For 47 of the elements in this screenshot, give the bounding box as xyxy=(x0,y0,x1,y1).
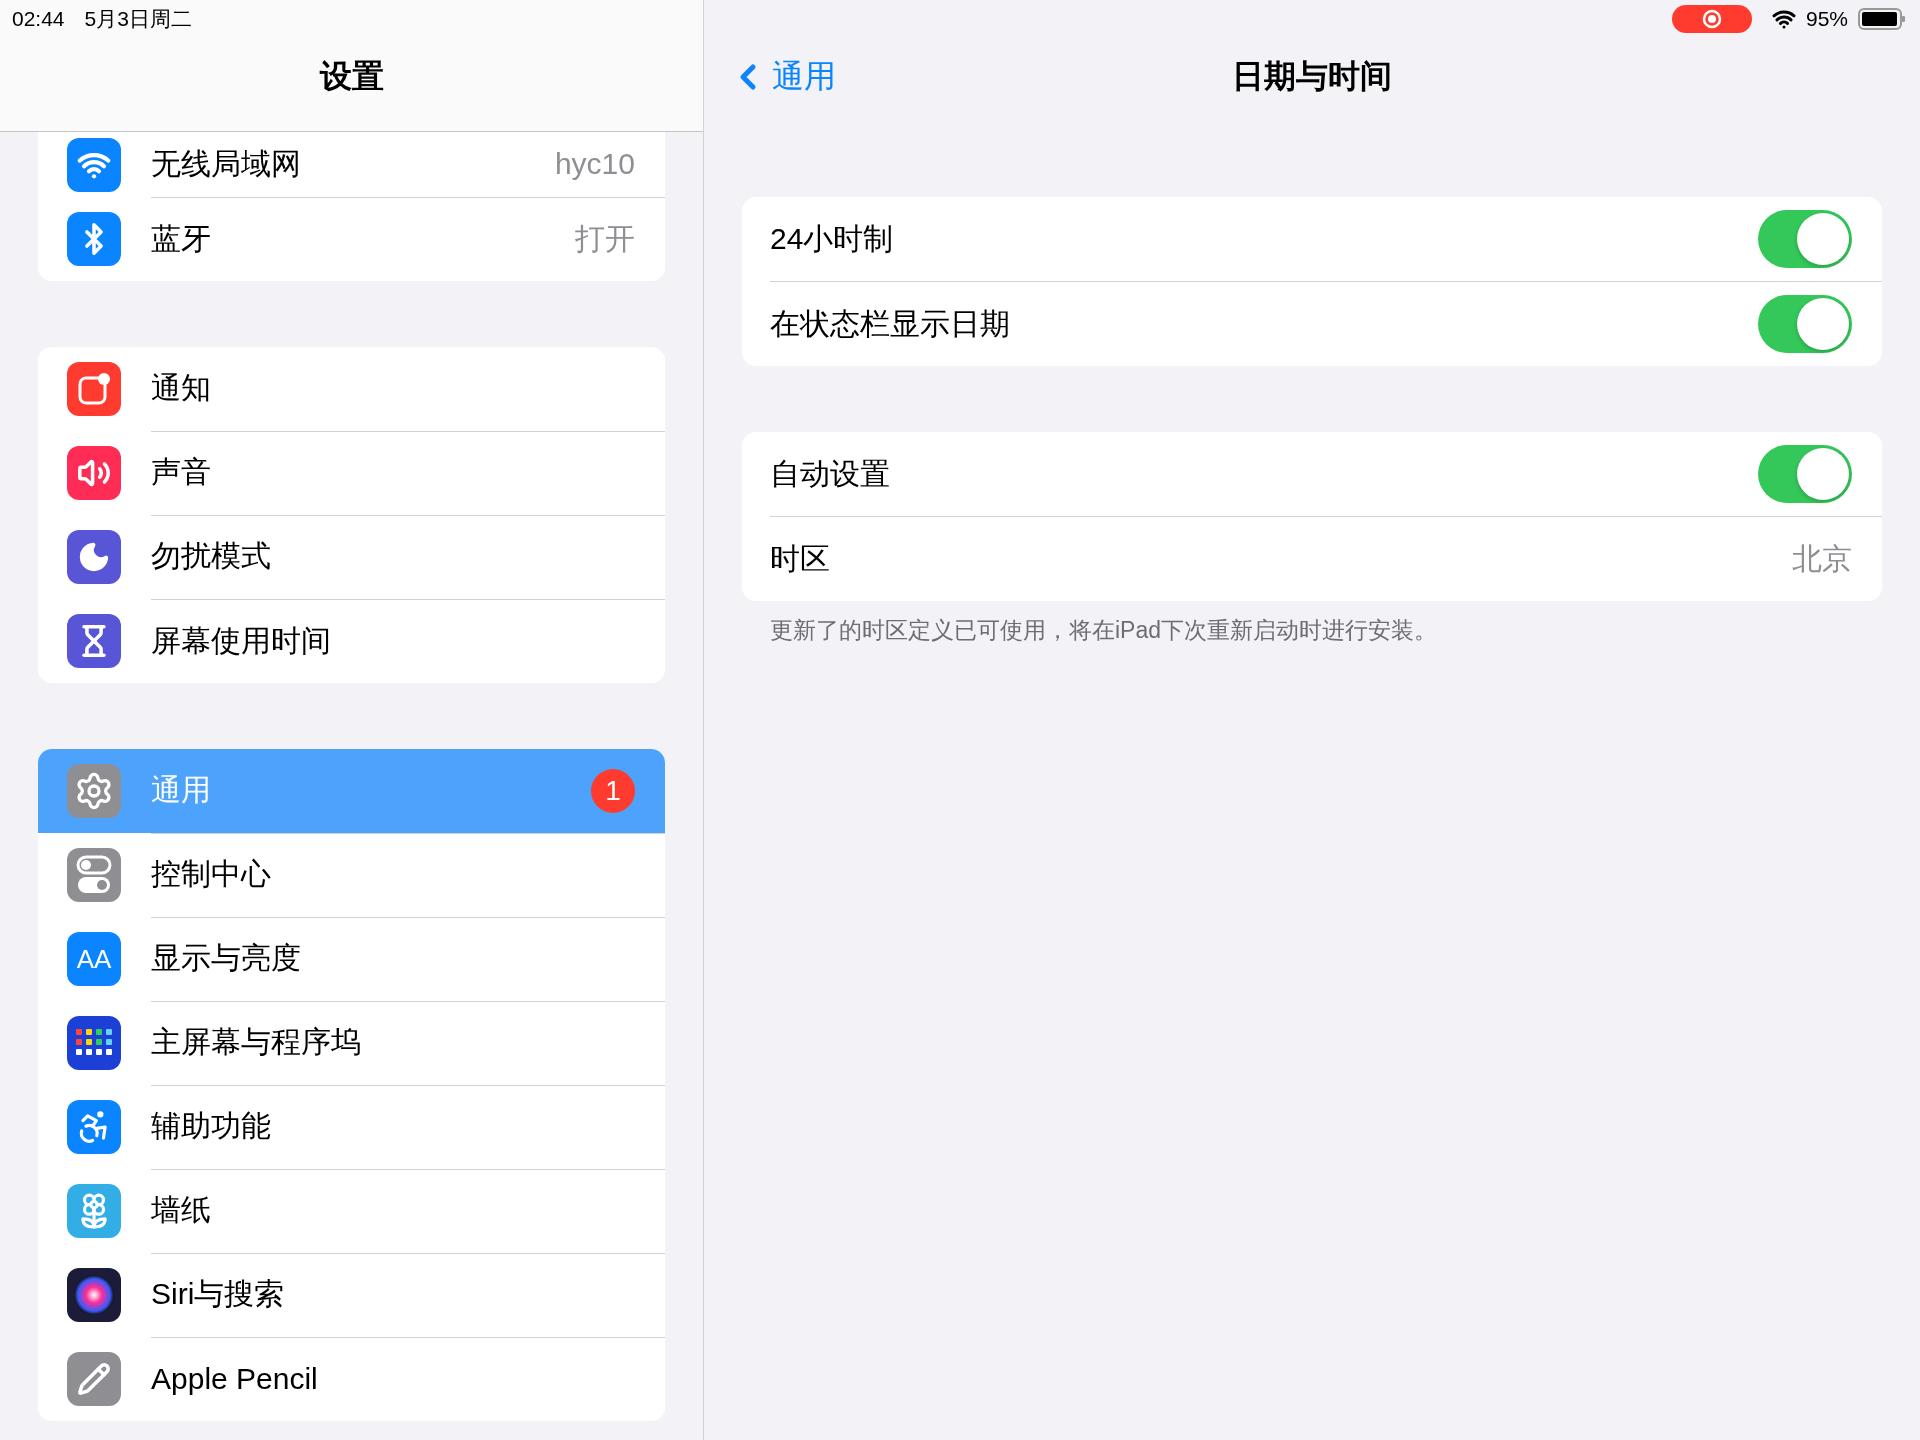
moon-icon xyxy=(67,530,121,584)
toggle-switch[interactable] xyxy=(1758,445,1852,503)
item-label: 声音 xyxy=(151,454,212,490)
page-title: 日期与时间 xyxy=(1232,57,1392,96)
status-date: 5月3日周二 xyxy=(84,6,192,32)
setting-label: 在状态栏显示日期 xyxy=(770,305,1011,342)
app-grid-icon xyxy=(67,1016,121,1070)
item-label: 主屏幕与程序坞 xyxy=(151,1024,362,1060)
siri-orb-icon xyxy=(67,1268,121,1322)
item-label: Apple Pencil xyxy=(151,1362,319,1396)
item-label: 勿扰模式 xyxy=(151,538,272,574)
toggle-switch[interactable] xyxy=(1758,295,1852,353)
notification-badge: 1 xyxy=(591,768,635,813)
item-label: 屏幕使用时间 xyxy=(151,622,332,659)
text-size-icon: AA xyxy=(67,932,121,986)
switches-icon xyxy=(67,848,121,902)
item-label: 控制中心 xyxy=(151,856,272,892)
item-label: 墙纸 xyxy=(151,1192,212,1228)
item-value: 打开 xyxy=(575,220,635,257)
hourglass-icon xyxy=(67,614,121,668)
bluetooth-icon xyxy=(67,212,121,266)
battery-icon xyxy=(1858,7,1906,31)
sidebar-title: 设置 xyxy=(319,56,384,96)
sidebar-item[interactable]: 通用 1 xyxy=(38,749,665,833)
battery-percentage: 95% xyxy=(1805,7,1848,31)
item-label: 无线局域网 xyxy=(151,145,302,182)
wifi-icon xyxy=(67,137,121,192)
setting-label: 24小时制 xyxy=(770,220,895,257)
footer-note: 更新了的时区定义已可使用，将在iPad下次重新启动时进行安装。 xyxy=(770,616,1439,645)
item-value: hyc10 xyxy=(554,147,635,181)
item-label: 辅助功能 xyxy=(151,1108,272,1144)
notification-icon xyxy=(67,362,121,416)
setting-value: 北京 xyxy=(1792,540,1852,577)
item-label: 通用 xyxy=(151,772,212,808)
pencil-icon xyxy=(67,1352,121,1406)
flower-icon xyxy=(67,1184,121,1238)
setting-label: 时区 xyxy=(770,540,831,577)
item-label: 通知 xyxy=(151,370,212,406)
speaker-icon xyxy=(67,446,121,500)
item-label: Siri与搜索 xyxy=(151,1276,286,1312)
accessibility-icon xyxy=(67,1100,121,1154)
item-label: 蓝牙 xyxy=(151,220,212,257)
item-label: 显示与亮度 xyxy=(151,940,302,976)
setting-label: 自动设置 xyxy=(770,455,891,492)
status-time: 02:44 xyxy=(12,7,65,31)
toggle-switch[interactable] xyxy=(1758,210,1852,268)
gear-icon xyxy=(67,764,121,818)
